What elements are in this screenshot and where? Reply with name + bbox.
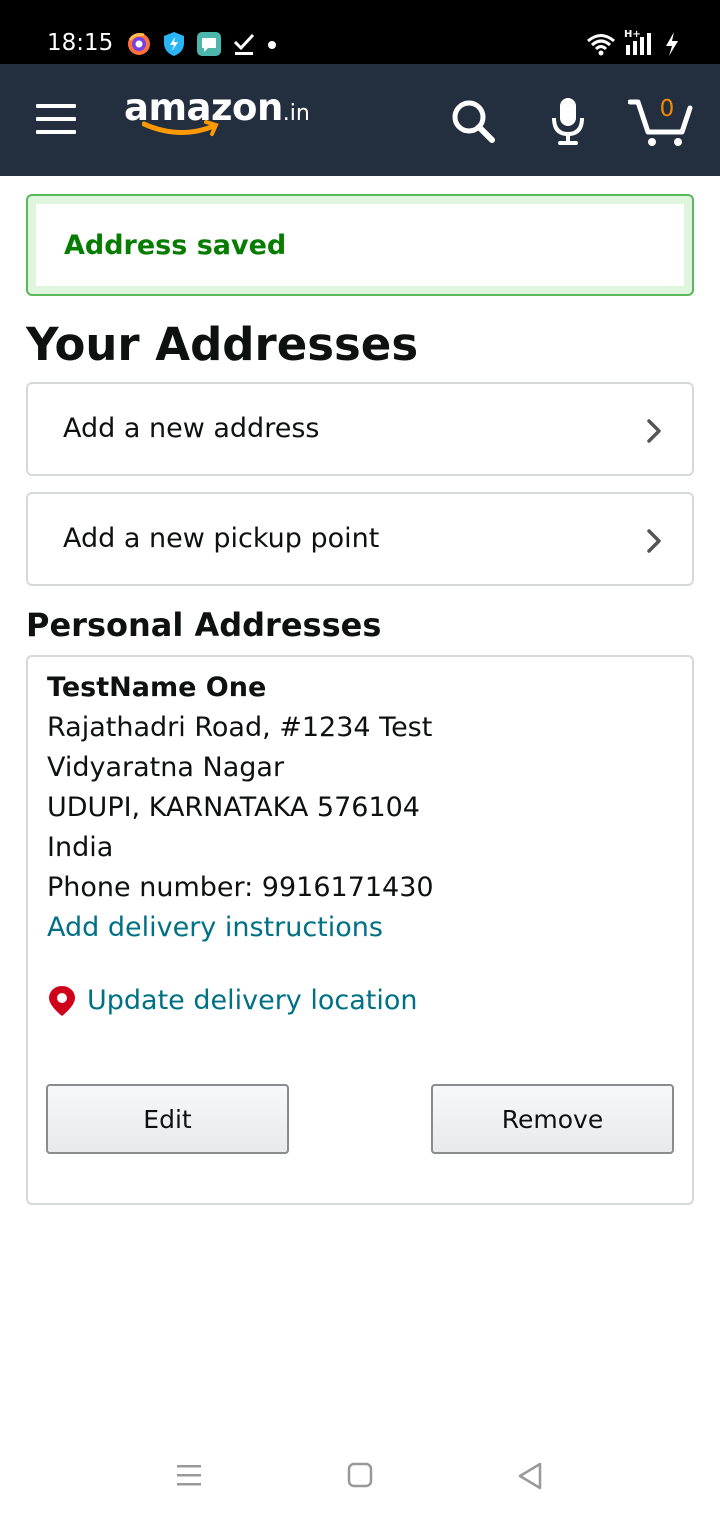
edit-button[interactable]: Edit — [46, 1084, 289, 1154]
charging-icon — [666, 32, 678, 56]
add-new-pickup-point-label: Add a new pickup point — [63, 523, 380, 554]
add-new-address-label: Add a new address — [63, 413, 320, 444]
add-new-pickup-point-row[interactable]: Add a new pickup point — [26, 492, 694, 586]
address-line2: Vidyaratna Nagar — [47, 752, 285, 783]
menu-icon[interactable] — [36, 104, 76, 136]
logo-smile-icon — [142, 120, 219, 136]
check-download-icon — [233, 33, 255, 55]
success-alert: Address saved — [26, 194, 694, 296]
section-title: Personal Addresses — [26, 606, 382, 644]
address-country: India — [47, 832, 114, 863]
search-icon[interactable] — [450, 98, 496, 144]
add-delivery-instructions-link[interactable]: Add delivery instructions — [47, 908, 383, 948]
message-icon — [197, 32, 221, 56]
page-title: Your Addresses — [26, 318, 419, 371]
address-line1: Rajathadri Road, #1234 Test — [47, 712, 433, 743]
address-card: TestName One Rajathadri Road, #1234 Test… — [26, 655, 694, 1205]
address-city-line: UDUPI, KARNATAKA 576104 — [47, 792, 420, 823]
back-icon[interactable] — [517, 1462, 543, 1490]
shield-bolt-icon — [164, 32, 184, 56]
address-name: TestName One — [47, 672, 267, 703]
location-pin-icon — [49, 986, 75, 1016]
system-nav-bar — [0, 1440, 720, 1520]
dot-icon — [268, 41, 276, 49]
address-phone: Phone number: 9916171430 — [47, 872, 434, 903]
logo-tld: .in — [282, 101, 310, 126]
firefox-focus-icon — [128, 33, 150, 55]
chevron-right-icon — [647, 529, 661, 553]
mic-icon[interactable] — [550, 96, 586, 146]
alert-message: Address saved — [64, 230, 287, 261]
cart-count: 0 — [659, 96, 675, 122]
amazon-logo[interactable]: amazon.in — [124, 86, 310, 146]
status-time: 18:15 — [47, 30, 114, 56]
signal-icon: H+ — [624, 29, 656, 57]
status-system-icons: H+ — [586, 29, 680, 58]
remove-button[interactable]: Remove — [431, 1084, 674, 1154]
status-bar: 18:15 H+ — [0, 0, 720, 64]
status-notification-icons — [126, 30, 278, 58]
recent-apps-icon[interactable] — [175, 1462, 203, 1488]
update-delivery-location-link[interactable]: Update delivery location — [47, 981, 418, 1021]
add-new-address-row[interactable]: Add a new address — [26, 382, 694, 476]
update-delivery-location-label: Update delivery location — [87, 985, 418, 1016]
home-icon[interactable] — [347, 1462, 373, 1488]
chevron-right-icon — [647, 419, 661, 443]
cart-icon[interactable]: 0 — [628, 94, 694, 146]
wifi-icon — [587, 34, 615, 56]
app-header: amazon.in 0 — [0, 64, 720, 176]
